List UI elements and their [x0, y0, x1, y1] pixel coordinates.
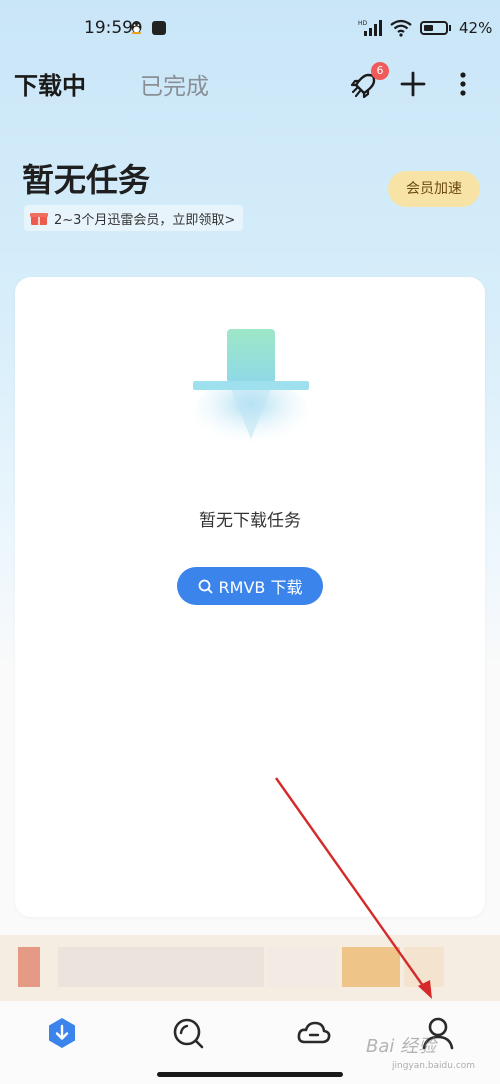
battery-icon [420, 21, 448, 35]
baidu-watermark: Bai 经验 [366, 1036, 437, 1057]
status-right: HD 42% [358, 18, 492, 38]
discover-nav-icon[interactable] [170, 1015, 206, 1051]
battery-percent: 42% [459, 19, 493, 37]
baidu-watermark-url: jingyan.baidu.com [392, 1061, 476, 1071]
cloud-nav-icon[interactable] [296, 1015, 332, 1051]
status-time: 19:59 [84, 18, 133, 38]
wifi-icon [390, 19, 412, 37]
ad-text-blur [58, 947, 264, 987]
svg-text:HD: HD [358, 20, 368, 27]
vip-speedup-button[interactable]: 会员加速 [388, 171, 480, 207]
capcut-icon [152, 21, 166, 35]
download-nav-icon[interactable] [44, 1015, 80, 1051]
top-header: 下载中 已完成 6 [0, 62, 500, 106]
search-icon [198, 579, 212, 593]
ad-text-blur-2 [268, 947, 338, 987]
empty-box-illustration [193, 329, 309, 447]
home-indicator [157, 1072, 343, 1077]
rmvb-search-button[interactable]: RMVB 下载 [177, 567, 323, 605]
ad-image [18, 947, 40, 987]
tab-downloading[interactable]: 下载中 [14, 66, 86, 101]
empty-state-text: 暂无下载任务 [199, 511, 301, 531]
promo-text: 2~3个月迅雷会员，立即领取> [54, 212, 236, 228]
ad-button-blur [342, 947, 400, 987]
battery-tip [449, 25, 451, 31]
download-list-card: 暂无下载任务 RMVB 下载 [15, 277, 485, 917]
ad-button-blur-2 [404, 947, 444, 987]
more-icon[interactable] [455, 71, 471, 97]
vip-promo-link[interactable]: 2~3个月迅雷会员，立即领取> [24, 205, 244, 231]
qq-icon [131, 21, 142, 34]
gift-icon [30, 213, 48, 225]
search-button-label: RMVB 下载 [218, 578, 303, 597]
signal-icon: HD [358, 20, 382, 36]
notification-badge: 6 [371, 62, 389, 80]
status-bar: 19:59 HD 42% [0, 0, 500, 56]
ad-banner[interactable] [0, 935, 500, 1001]
tab-completed[interactable]: 已完成 [140, 67, 209, 101]
plus-icon[interactable] [400, 71, 426, 97]
no-tasks-title: 暂无任务 [22, 161, 151, 199]
